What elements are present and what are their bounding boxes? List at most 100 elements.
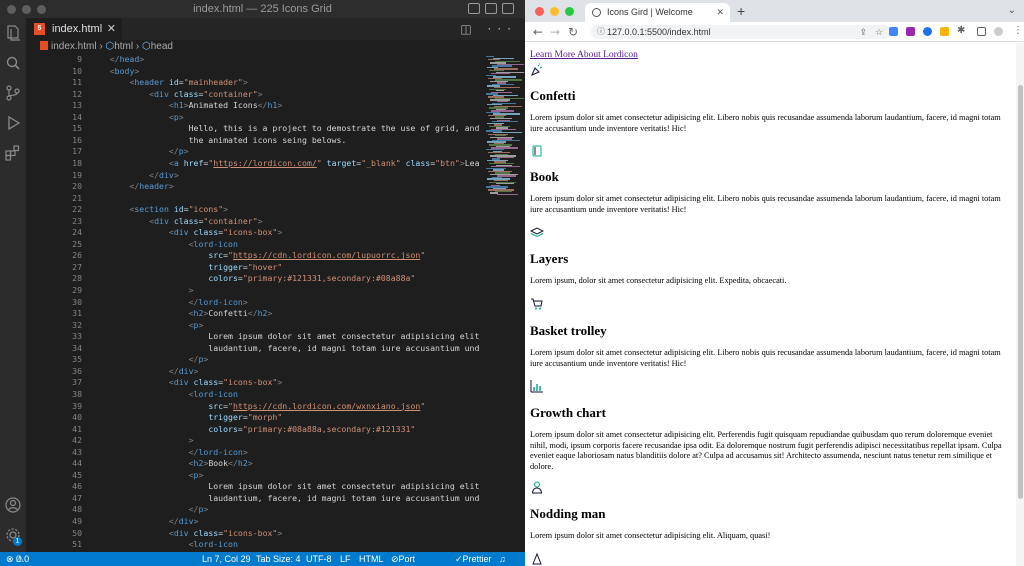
extension-icon[interactable] <box>923 27 932 36</box>
code-token: > <box>277 100 283 111</box>
code-token: "_blank" <box>361 157 401 168</box>
accounts-icon[interactable] <box>4 496 22 514</box>
close-window-button[interactable] <box>7 5 16 14</box>
address-bar[interactable]: ⓘ 127.0.0.1:5500/index.html ⇪ ☆ <box>591 25 891 39</box>
profile-avatar[interactable] <box>994 27 1003 36</box>
book-icon[interactable] <box>530 144 544 158</box>
zoom-window-button[interactable] <box>37 5 46 14</box>
extensions-icon[interactable] <box>4 144 22 162</box>
nodding-man-icon[interactable] <box>530 480 544 494</box>
learn-more-link[interactable]: Learn More About Lordicon <box>530 50 638 60</box>
search-icon[interactable] <box>4 54 22 72</box>
line-number: 47 <box>72 492 82 503</box>
code-token: section <box>134 204 169 215</box>
minimap[interactable] <box>484 54 525 552</box>
toggle-sidebar-icon[interactable] <box>468 3 480 14</box>
tab-size[interactable]: Tab Size: 4 <box>256 552 301 566</box>
line-number: 30 <box>72 296 82 307</box>
code-token: div <box>173 227 189 238</box>
close-window-button[interactable] <box>535 7 544 16</box>
code-editor[interactable]: </head> <body> <header id="mainheader"> … <box>90 54 480 552</box>
window-title: index.html — 225 Icons Grid <box>193 3 332 15</box>
code-token: trigger <box>208 412 243 423</box>
run-debug-icon[interactable] <box>4 114 22 132</box>
code-token: </ <box>90 54 120 64</box>
tab-search-chevron-icon[interactable]: ⌄ <box>1008 5 1016 16</box>
code-line: <a href="https://lordicon.com/" target="… <box>90 158 480 170</box>
item-title: Nodding man <box>530 506 606 521</box>
code-line: </div> <box>90 366 199 378</box>
status-bar: ⊗ 0 ⚠ 0 Ln 7, Col 29 Tab Size: 4 UTF-8 L… <box>0 552 525 566</box>
breadcrumb-file[interactable]: index.html <box>51 41 97 52</box>
confetti-icon[interactable] <box>530 63 544 77</box>
side-panel-icon[interactable] <box>977 27 986 36</box>
extension-icon[interactable] <box>889 27 898 36</box>
next-item-icon[interactable] <box>530 551 544 565</box>
file-encoding[interactable]: UTF-8 <box>306 552 332 566</box>
explorer-icon[interactable] <box>4 24 22 42</box>
split-editor-icon[interactable]: ◫ ··· <box>460 22 517 36</box>
line-number: 13 <box>72 100 82 111</box>
code-token: > <box>198 469 204 480</box>
code-token: lord-icon <box>193 388 238 399</box>
prettier-status[interactable]: ✓ Prettier <box>455 552 492 566</box>
bookmark-star-icon[interactable]: ☆ <box>875 25 883 39</box>
toggle-panel-icon[interactable] <box>485 3 497 14</box>
growth-chart-icon[interactable] <box>530 379 544 393</box>
browser-toolbar: ← → ↻ ⓘ 127.0.0.1:5500/index.html ⇪ ☆ ✱ … <box>525 22 1024 42</box>
browser-tab[interactable]: Icons Gird | Welcome ✕ <box>585 3 730 22</box>
extensions-puzzle-icon[interactable]: ✱ <box>957 25 965 36</box>
live-server-port[interactable]: ⊘ Port : 5500 <box>391 552 415 566</box>
back-arrow-icon[interactable]: ← <box>533 25 543 39</box>
reload-icon[interactable]: ↻ <box>568 25 578 39</box>
language-mode[interactable]: HTML <box>359 552 384 566</box>
code-token: lord-icon <box>193 539 238 550</box>
line-number: 33 <box>72 331 82 342</box>
problems-indicator[interactable]: ⊗ 0 ⚠ 0 <box>6 552 29 566</box>
code-token: "icons-box" <box>223 377 278 388</box>
code-token: > <box>242 296 248 307</box>
minimize-window-button[interactable] <box>22 5 31 14</box>
new-tab-button[interactable]: + <box>737 3 745 19</box>
code-token: > <box>168 181 174 192</box>
cursor-position[interactable]: Ln 7, Col 29 <box>202 552 251 566</box>
item-title: Book <box>530 169 559 184</box>
code-line: Lorem ipsum dolor sit amet consectetur a… <box>90 481 480 493</box>
code-line: <lord-icon <box>90 389 238 401</box>
code-token: id <box>168 77 179 88</box>
share-icon[interactable]: ⇪ <box>859 25 867 39</box>
close-tab-icon[interactable]: ✕ <box>716 3 724 22</box>
code-token: href <box>183 157 204 168</box>
code-line: </p> <box>90 504 209 516</box>
layers-icon[interactable] <box>530 225 544 239</box>
line-number: 17 <box>72 146 82 157</box>
minimize-window-button[interactable] <box>550 7 559 16</box>
source-control-icon[interactable] <box>4 84 22 102</box>
line-number: 31 <box>72 308 82 319</box>
breadcrumb-head[interactable]: head <box>151 41 173 52</box>
scrollbar-thumb[interactable] <box>1018 85 1023 499</box>
extension-icon[interactable] <box>940 27 949 36</box>
zoom-window-button[interactable] <box>565 7 574 16</box>
code-token: </ <box>228 458 238 469</box>
code-token: laudantium, facere, id magni totam iure … <box>208 492 480 503</box>
line-number: 14 <box>72 111 82 122</box>
basket-trolley-icon[interactable] <box>530 297 544 311</box>
forward-arrow-icon[interactable]: → <box>550 25 560 39</box>
site-info-icon[interactable]: ⓘ <box>597 25 605 39</box>
end-of-line[interactable]: LF <box>340 552 351 566</box>
code-line: <p> <box>90 320 204 332</box>
extension-icon[interactable] <box>906 27 915 36</box>
close-tab-icon[interactable]: ✕ <box>107 18 116 40</box>
notifications-bell-icon[interactable]: ♫ <box>499 552 506 566</box>
breadcrumb-html[interactable]: html <box>114 41 133 52</box>
menu-kebab-icon[interactable]: ⋮ <box>1013 25 1023 36</box>
toggle-secondary-sidebar-icon[interactable] <box>502 3 514 14</box>
tab-index-html[interactable]: 5 index.html ✕ <box>26 18 122 40</box>
